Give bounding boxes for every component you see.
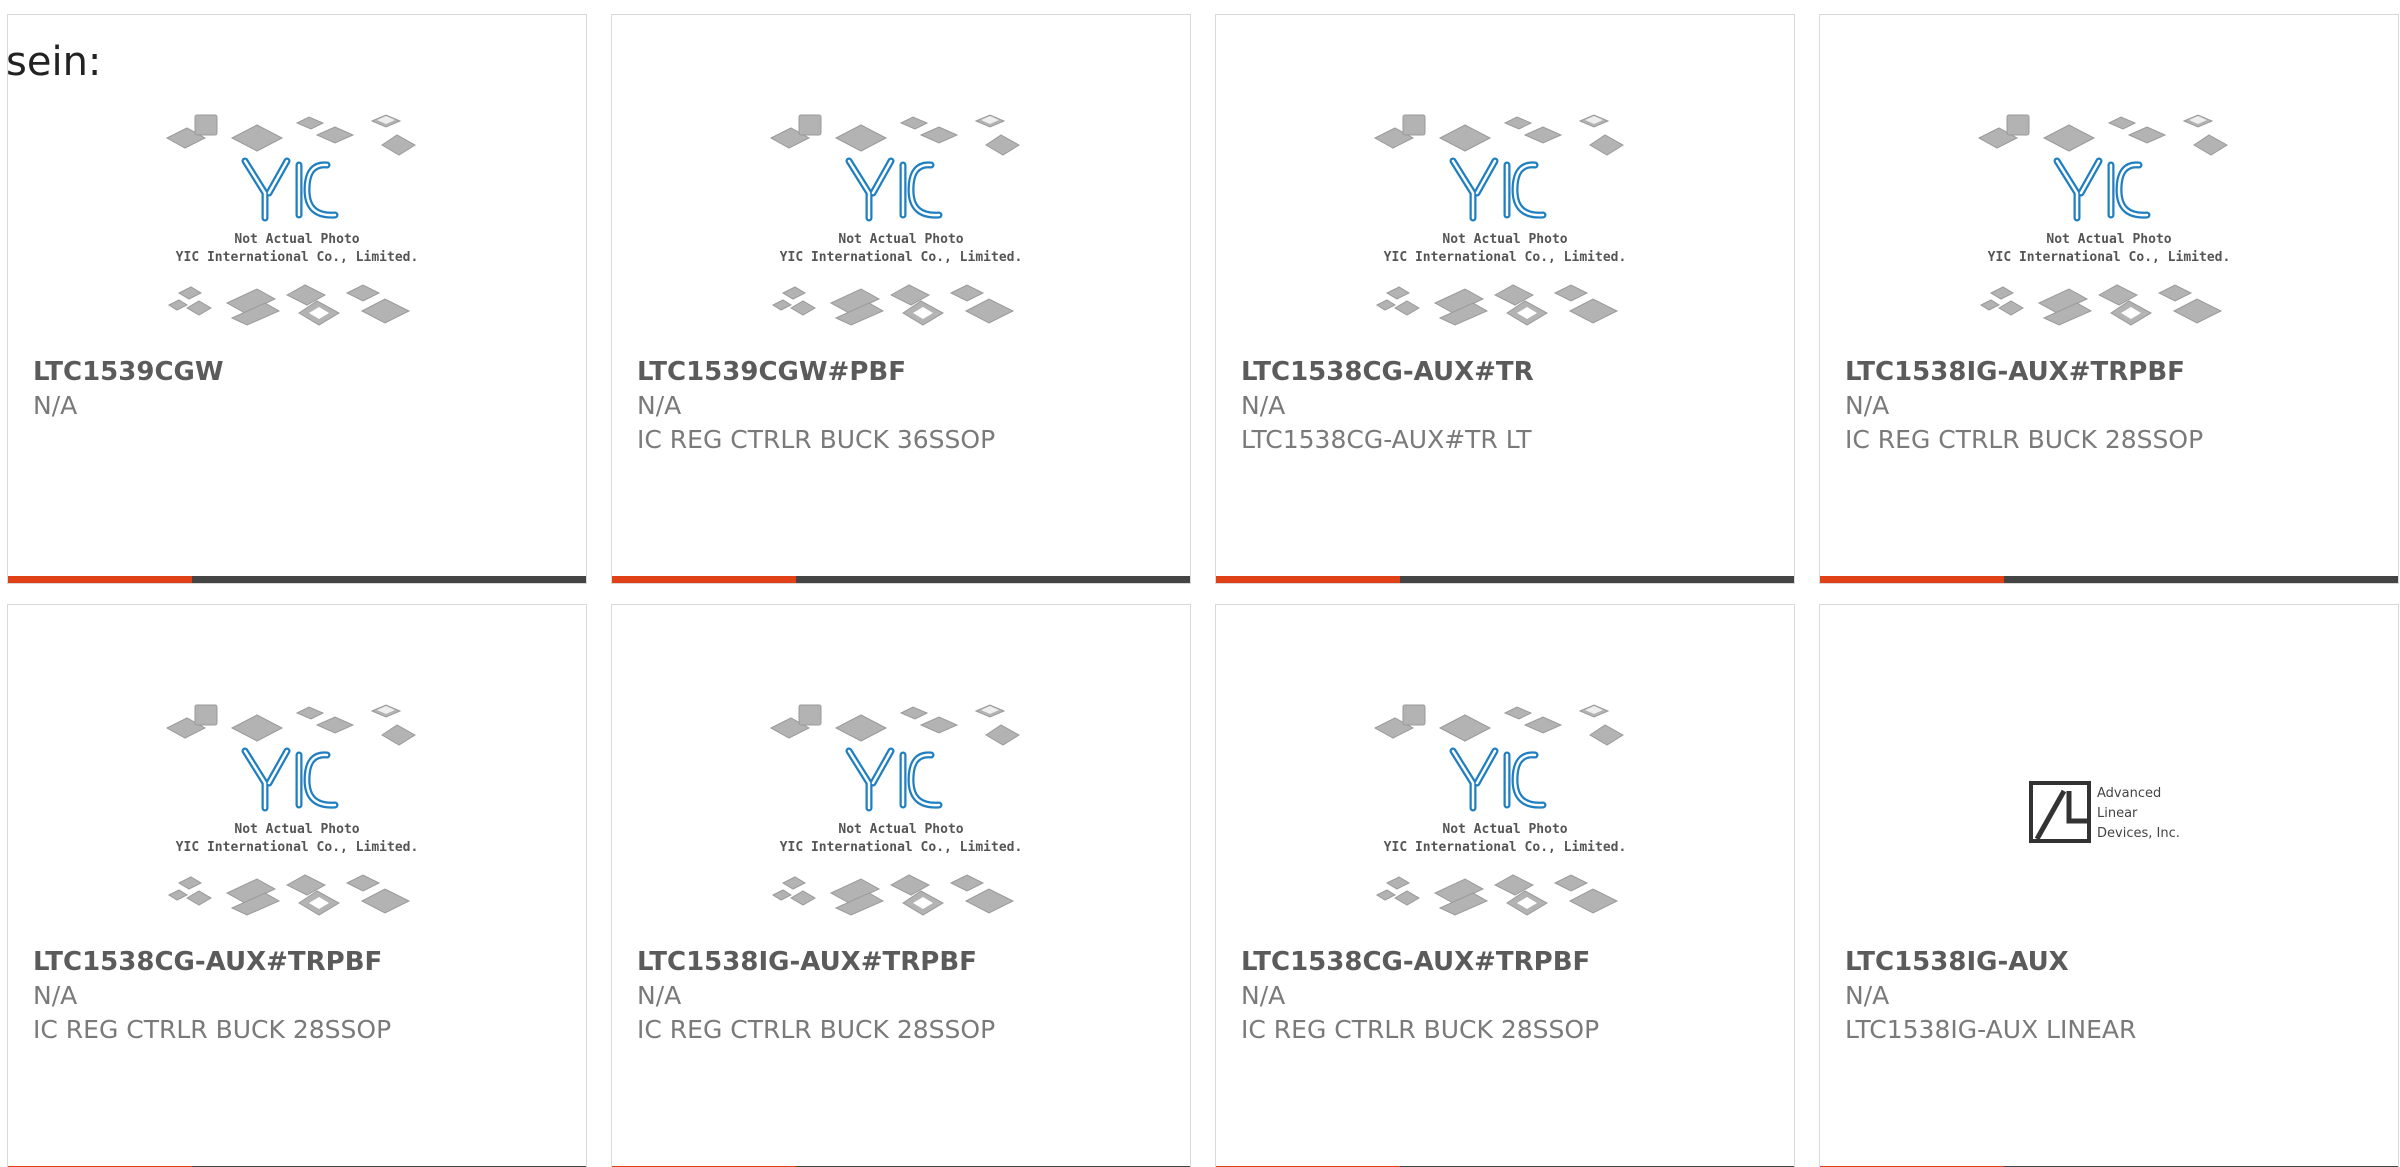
card-accent-bar bbox=[1820, 576, 2398, 583]
part-number-link[interactable]: LTC1538IG-AUX bbox=[1845, 945, 2378, 979]
part-number-link[interactable]: LTC1539CGW#PBF bbox=[637, 355, 1170, 389]
card-body: LTC1538IG-AUX#TRPBF N/A IC REG CTRLR BUCK … bbox=[637, 945, 1170, 1047]
card-body: LTC1539CGW N/A bbox=[33, 355, 566, 423]
svg-text:Not Actual Photo: Not Actual Photo bbox=[838, 232, 963, 247]
card-body: LTC1538CG-AUX#TRPBF N/A IC REG CTRLR BUCK … bbox=[1241, 945, 1774, 1047]
product-card[interactable]: Not Actual Photo YIC International Co., … bbox=[7, 14, 587, 584]
product-placeholder-image[interactable]: Not Actual Photo YIC International Co., … bbox=[1365, 103, 1645, 343]
product-placeholder-image[interactable]: Not Actual Photo YIC International Co., … bbox=[761, 103, 1041, 343]
product-placeholder-image[interactable]: Not Actual Photo YIC International Co., … bbox=[1365, 693, 1645, 933]
part-number-link[interactable]: LTC1538IG-AUX#TRPBF bbox=[637, 945, 1170, 979]
svg-text:Not Actual Photo: Not Actual Photo bbox=[838, 822, 963, 837]
manufacturer-label: N/A bbox=[637, 391, 682, 420]
part-description: IC REG CTRLR BUCK 36SSOP bbox=[637, 425, 996, 454]
page: sein: Not Actual Photo YIC International… bbox=[0, 0, 2400, 1167]
svg-text:YIC International Co., Limited: YIC International Co., Limited. bbox=[176, 250, 419, 265]
product-grid: Not Actual Photo YIC International Co., … bbox=[7, 14, 2400, 1167]
part-description: IC REG CTRLR BUCK 28SSOP bbox=[1845, 425, 2204, 454]
card-body: LTC1538IG-AUX N/A LTC1538IG-AUX LINEAR bbox=[1845, 945, 2378, 1047]
svg-text:YIC International Co., Limited: YIC International Co., Limited. bbox=[176, 840, 419, 855]
svg-text:YIC International Co., Limited: YIC International Co., Limited. bbox=[1384, 840, 1627, 855]
product-card[interactable]: Not Actual Photo YIC International Co., … bbox=[1215, 14, 1795, 584]
product-placeholder-image[interactable]: Not Actual Photo YIC International Co., … bbox=[1969, 103, 2249, 343]
card-accent-fill bbox=[1216, 576, 1400, 583]
manufacturer-label: N/A bbox=[1845, 391, 1890, 420]
part-number-link[interactable]: LTC1539CGW bbox=[33, 355, 566, 389]
card-body: LTC1539CGW#PBF N/A IC REG CTRLR BUCK 36SSO… bbox=[637, 355, 1170, 457]
manufacturer-label: N/A bbox=[637, 981, 682, 1010]
card-accent-bar bbox=[1216, 576, 1794, 583]
svg-text:Devices, Inc.: Devices, Inc. bbox=[2097, 826, 2180, 841]
svg-text:Not Actual Photo: Not Actual Photo bbox=[2046, 232, 2171, 247]
manufacturer-label: N/A bbox=[1241, 981, 1286, 1010]
product-card[interactable]: Not Actual Photo YIC International Co., … bbox=[611, 14, 1191, 584]
card-body: LTC1538CG-AUX#TRPBF N/A IC REG CTRLR BUCK … bbox=[33, 945, 566, 1047]
intro-text: sein: bbox=[6, 39, 102, 85]
part-description: IC REG CTRLR BUCK 28SSOP bbox=[1241, 1015, 1600, 1044]
card-accent-bar bbox=[612, 576, 1190, 583]
manufacturer-label: N/A bbox=[1241, 391, 1286, 420]
manufacturer-label: N/A bbox=[33, 981, 78, 1010]
product-placeholder-image[interactable]: Not Actual Photo YIC International Co., … bbox=[157, 693, 437, 933]
svg-text:YIC International Co., Limited: YIC International Co., Limited. bbox=[780, 840, 1023, 855]
part-description: IC REG CTRLR BUCK 28SSOP bbox=[33, 1015, 392, 1044]
manufacturer-label: N/A bbox=[1845, 981, 1890, 1010]
svg-text:Advanced: Advanced bbox=[2097, 786, 2161, 801]
part-number-link[interactable]: LTC1538CG-AUX#TRPBF bbox=[1241, 945, 1774, 979]
card-accent-fill bbox=[1820, 576, 2004, 583]
product-placeholder-image[interactable]: Not Actual Photo YIC International Co., … bbox=[157, 103, 437, 343]
product-card[interactable]: Not Actual Photo YIC International Co., … bbox=[611, 604, 1191, 1167]
svg-text:YIC International Co., Limited: YIC International Co., Limited. bbox=[1384, 250, 1627, 265]
svg-text:Not Actual Photo: Not Actual Photo bbox=[234, 232, 359, 247]
svg-text:YIC International Co., Limited: YIC International Co., Limited. bbox=[1988, 250, 2231, 265]
card-body: LTC1538IG-AUX#TRPBF N/A IC REG CTRLR BUCK … bbox=[1845, 355, 2378, 457]
part-number-link[interactable]: LTC1538IG-AUX#TRPBF bbox=[1845, 355, 2378, 389]
card-accent-fill bbox=[612, 576, 796, 583]
part-number-link[interactable]: LTC1538CG-AUX#TR bbox=[1241, 355, 1774, 389]
card-accent-fill bbox=[8, 576, 192, 583]
part-description: IC REG CTRLR BUCK 28SSOP bbox=[637, 1015, 996, 1044]
svg-text:Not Actual Photo: Not Actual Photo bbox=[1442, 232, 1567, 247]
svg-text:Not Actual Photo: Not Actual Photo bbox=[234, 822, 359, 837]
part-description: LTC1538IG-AUX LINEAR bbox=[1845, 1015, 2137, 1044]
product-card[interactable]: Not Actual Photo YIC International Co., … bbox=[1819, 14, 2399, 584]
card-accent-bar bbox=[8, 576, 586, 583]
product-card[interactable]: Advanced Linear Devices, Inc. LTC1538IG-… bbox=[1819, 604, 2399, 1167]
svg-text:YIC International Co., Limited: YIC International Co., Limited. bbox=[780, 250, 1023, 265]
product-placeholder-image[interactable]: Not Actual Photo YIC International Co., … bbox=[761, 693, 1041, 933]
product-card[interactable]: Not Actual Photo YIC International Co., … bbox=[1215, 604, 1795, 1167]
card-body: LTC1538CG-AUX#TR N/A LTC1538CG-AUX#TR LT bbox=[1241, 355, 1774, 457]
svg-text:Linear: Linear bbox=[2097, 806, 2138, 821]
manufacturer-logo[interactable]: Advanced Linear Devices, Inc. bbox=[1969, 693, 2249, 933]
part-description: LTC1538CG-AUX#TR LT bbox=[1241, 425, 1532, 454]
svg-text:Not Actual Photo: Not Actual Photo bbox=[1442, 822, 1567, 837]
product-card[interactable]: Not Actual Photo YIC International Co., … bbox=[7, 604, 587, 1167]
manufacturer-label: N/A bbox=[33, 391, 78, 420]
part-number-link[interactable]: LTC1538CG-AUX#TRPBF bbox=[33, 945, 566, 979]
